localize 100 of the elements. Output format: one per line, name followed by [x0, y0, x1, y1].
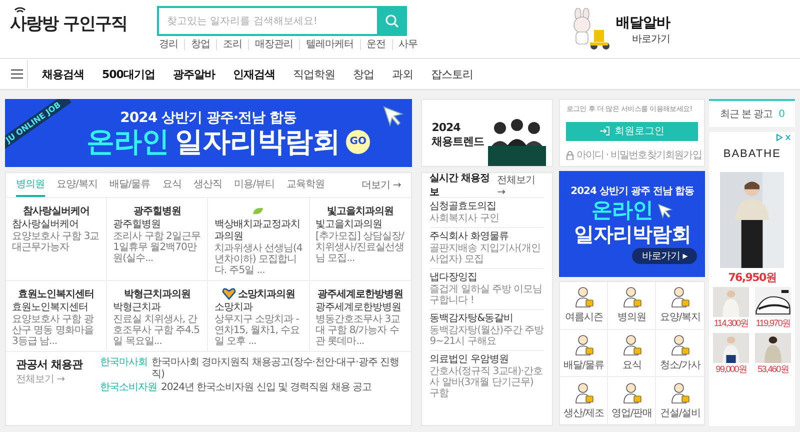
company-name: 소망치과 [214, 302, 254, 314]
ad-panel[interactable]: BABATHE 76,950원 114,300원 119,970원 99,000원 53,460원 [709, 132, 795, 426]
job-card[interactable]: 빛고을치과의원 빛고을치과의원 [추가모집] 상담실장/치위생사/진료실선생님 모집... [310, 198, 411, 281]
company-name: 빛고을치과의원 [316, 219, 384, 231]
category-tile[interactable]: 영업/판매 [608, 377, 656, 425]
category-tile[interactable]: 요양/복지 [656, 282, 704, 330]
company-name[interactable]: 심청골효도의집 [430, 201, 544, 213]
person-icon [669, 334, 692, 356]
job-card[interactable]: 백상배치과교정과치과의원 치과위생사 선생님(4년차이하) 모집합니다. 주5일 ... [208, 198, 310, 281]
trend-title: 채용트렌드 [432, 134, 484, 149]
category-tab[interactable]: 요식 [162, 173, 182, 197]
company-name: 광주세계로한방병원 [316, 302, 402, 314]
banner-title: 일자리박람회 [175, 126, 340, 158]
keyword-link[interactable]: 창업 [184, 39, 216, 50]
category-tile[interactable]: 요식 [608, 330, 656, 378]
recent-ads-count: 0 [778, 108, 784, 120]
promo-title[interactable]: 배달알바 [616, 14, 670, 32]
nav-link[interactable]: 채용검색 [42, 66, 84, 82]
job-card[interactable]: 참사랑실버케어 참사랑실버케어 요양보호사 구함 3교대근무가능자 [6, 198, 108, 281]
job-description: 즐겁게 일하실 주방 이모님 구합니다 ! [430, 284, 544, 306]
heart-icon [222, 288, 236, 300]
more-link[interactable]: 더보기 → [362, 178, 401, 192]
nav-link[interactable]: 창업 [352, 66, 374, 82]
job-description: 요양보호사 구함 광산구 명동 명화마을 3등급 남... [12, 314, 95, 347]
price: 99,000원 [716, 363, 747, 376]
category-tile[interactable]: 청소/가사 [656, 330, 704, 378]
category-tile[interactable]: 건설/설비 [656, 377, 704, 425]
company-logo: 참사랑실버케어 [22, 204, 90, 218]
lock-icon [566, 150, 574, 160]
job-description: 조리사 구함 2일근무 1일휴무 월2백70만원(실수... [113, 231, 202, 264]
company-name[interactable]: 동백감자탕&동갈비 [430, 313, 544, 325]
category-tab[interactable]: 생산직 [193, 173, 222, 197]
keyword-link[interactable]: 텔레마케터 [299, 39, 360, 50]
category-tab[interactable]: 교육학원 [286, 173, 325, 197]
banner-highlight: 온라인 [86, 126, 170, 158]
person-icon [572, 286, 595, 308]
job-card[interactable]: 효원노인복지센터 효원노인복지센터 요양보호사 구함 광산구 명동 명화마을 3등급 남... [6, 281, 108, 352]
category-tab[interactable]: 배달/물류 [109, 173, 150, 197]
view-all-link[interactable]: 전체보기 → [497, 172, 544, 198]
person-icon [620, 382, 643, 404]
promo-link[interactable]: 바로가기 [632, 32, 670, 46]
nav-link[interactable]: 직업학원 [292, 66, 335, 82]
job-card[interactable]: 소망치과의원 소망치과 상무지구 소망치과 - 연차15, 월차1, 수요일 오후 ... [208, 281, 310, 352]
keyword-link[interactable]: 경리 [159, 39, 184, 50]
company-logo: 효원노인복지센터 [18, 288, 94, 300]
posting-link[interactable]: 한국마사회 경마지원직 채용공고(장수·천안·대구·광주 진행직) [152, 357, 401, 381]
job-card[interactable]: 박형근치과의원 박형근치과 진료실 치위생사, 간호조무사 구함 주4.5일 목요일... [107, 281, 208, 352]
job-description: 치과위생사 선생님(4년차이하) 모집합니다. 주5일 ... [214, 243, 303, 276]
keyword-link[interactable]: 운전 [360, 39, 392, 50]
search-icon [385, 14, 399, 28]
trend-banner[interactable]: 2024 채용트렌드 [420, 99, 554, 167]
job-description: 요양보호사 구함 3교대근무가능자 [12, 231, 100, 253]
nav-link[interactable]: 500대기업 [102, 66, 155, 82]
banner-subtitle: 2024 상반기 광주·전남 합동 [120, 108, 297, 127]
search-field[interactable]: 찾고있는 일자리를 검색해보세요! [157, 6, 377, 36]
category-tile[interactable]: 생산/제조 [560, 377, 608, 425]
cursor-icon [657, 202, 674, 218]
category-tab[interactable]: 미용/뷰티 [234, 173, 275, 197]
category-tile[interactable]: 여름시즌 [560, 282, 608, 330]
company-name: 효원노인복지센터 [12, 302, 89, 314]
search-button[interactable] [377, 6, 407, 36]
company-name: 박형근치과 [113, 302, 162, 314]
banner-subtitle: 2024 상반기 광주 전남 합동 [570, 184, 694, 198]
recent-ads-label: 최근 본 광고 [720, 108, 773, 121]
keyword-link[interactable]: 사무 [392, 39, 424, 50]
category-tile[interactable]: 병의원 [608, 282, 656, 330]
ad-choices-icon[interactable] [776, 134, 792, 141]
keyword-link[interactable]: 매장관리 [248, 39, 299, 50]
job-description: [추가모집] 상담실장/치위생사/진료실선생님 모집... [316, 231, 405, 264]
category-tile[interactable]: 배달/물류 [560, 330, 608, 378]
job-description: 골판지배송 지입기사(개인사업자) 모집 [430, 243, 542, 265]
category-tab[interactable]: 요양/복지 [56, 173, 98, 197]
shortcut-button[interactable]: 바로가기 ▸ [632, 248, 698, 264]
company-logo: 박형근치과의원 [124, 288, 190, 300]
leaf-icon [251, 206, 266, 216]
company-name[interactable]: 냅다장잉집 [430, 272, 544, 284]
job-description: 병동간호조무사 3교대 구함 8/가능자 수관 롯데마... [316, 314, 402, 347]
nav-link[interactable]: 잡스토리 [430, 66, 473, 82]
site-logo[interactable]: 사랑방 구인구직 [10, 14, 127, 34]
fair-banner[interactable]: 2024 상반기 광주 전남 합동 온라인 일자리박람회 바로가기 ▸ [559, 171, 706, 277]
company-logo: 광주세계로한방병원 [317, 288, 403, 300]
company-logo: 빛고을치과의원 [326, 204, 394, 218]
nav-link[interactable]: 과외 [392, 66, 413, 82]
job-card[interactable]: 광주세계로한방병원 광주세계로한방병원 병동간호조무사 3교대 구함 8/가능자 수관 롯데마... [310, 281, 411, 352]
company-name[interactable]: 의료법인 우암병원 [430, 354, 544, 366]
job-description: 진료실 치위생사, 간호조무사 구함 주4.5일 목요일... [113, 314, 200, 347]
keyword-link[interactable]: 조리 [216, 39, 248, 50]
nav-link[interactable]: 인재검색 [232, 66, 275, 82]
person-icon [572, 334, 595, 356]
go-button[interactable]: GO [346, 130, 370, 154]
posting-link[interactable]: 2024년 한국소비자원 신입 및 경력직원 채용 공고 [161, 382, 372, 394]
company-name[interactable]: 주식회사 화영물류 [430, 231, 544, 243]
company-name: 광주힐병원 [113, 219, 162, 231]
company-logo: 소망치과의원 [238, 288, 295, 300]
person-icon [620, 286, 643, 308]
price: 53,460원 [758, 363, 789, 376]
price: 119,970원 [756, 317, 790, 330]
banner-highlight: 온라인 [592, 198, 654, 222]
nav-link[interactable]: 광주알바 [172, 66, 215, 82]
job-card[interactable]: 광주힐병원 광주힐병원 조리사 구함 2일근무 1일휴무 월2백70만원(실수... [107, 198, 208, 281]
